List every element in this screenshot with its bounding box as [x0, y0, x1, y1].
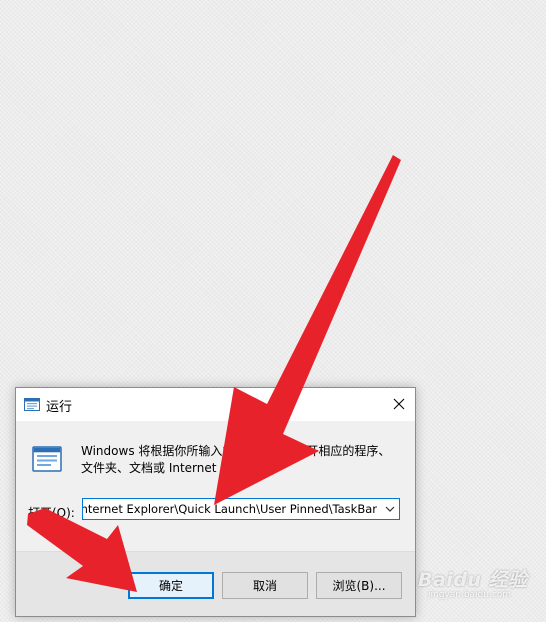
close-button[interactable]: [385, 390, 413, 418]
watermark-brand: Baidu 经验: [418, 569, 528, 591]
title-bar[interactable]: 运行: [16, 388, 415, 421]
watermark-url: jingyan.baidu.com: [428, 590, 512, 600]
ok-button[interactable]: 确定: [128, 572, 214, 599]
close-icon: [393, 398, 405, 410]
open-input[interactable]: [83, 499, 379, 519]
run-dialog: 运行 Windows 将根据你所输入的名称，为你打开相应的程序、 文件夹、文档或…: [15, 387, 416, 617]
run-app-icon: [24, 398, 40, 411]
cancel-button[interactable]: 取消: [222, 572, 308, 599]
button-bar: 确定 取消 浏览(B)...: [16, 551, 415, 616]
chevron-down-icon[interactable]: [383, 502, 397, 516]
open-label: 打开(O):: [28, 506, 75, 520]
dialog-description: Windows 将根据你所输入的名称，为你打开相应的程序、 文件夹、文档或 In…: [81, 444, 391, 475]
browse-button[interactable]: 浏览(B)...: [316, 572, 402, 599]
watermark: Baidu 经验 jingyan.baidu.com: [418, 565, 538, 605]
window-title: 运行: [46, 400, 73, 415]
open-combobox[interactable]: [82, 498, 400, 520]
run-app-icon: [32, 446, 62, 472]
